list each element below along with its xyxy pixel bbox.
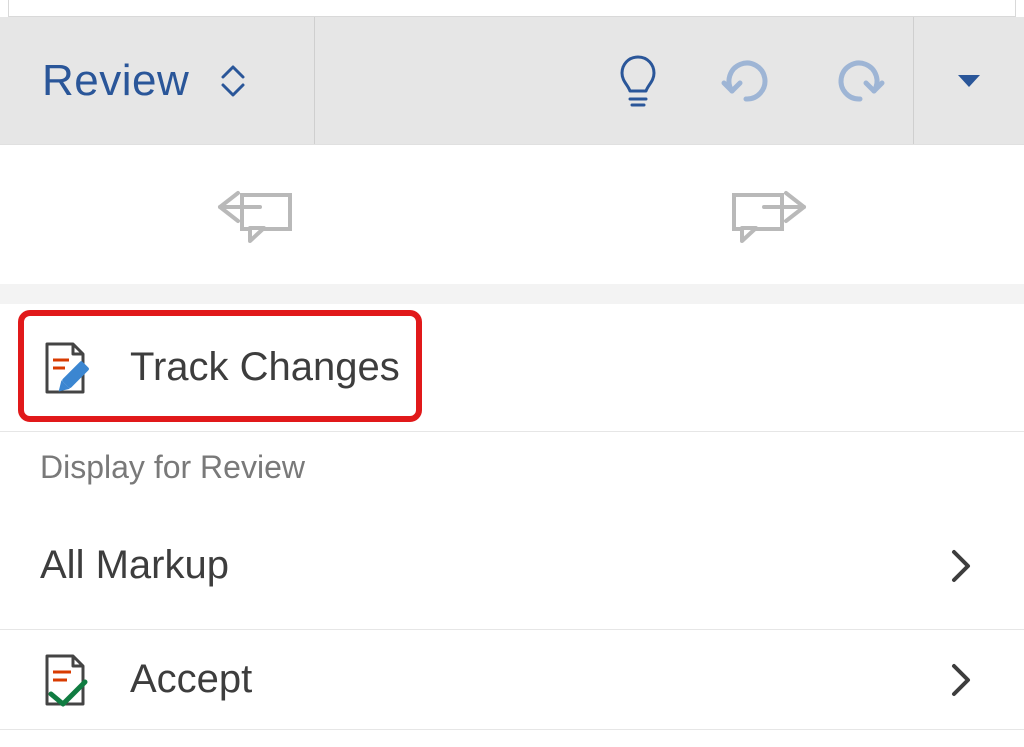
next-comment-button[interactable]: [728, 183, 808, 247]
comment-navigation-row: [0, 144, 1024, 284]
display-for-review-header: Display for Review: [0, 432, 1024, 502]
toolbar-overflow-button[interactable]: [914, 17, 1024, 144]
track-changes-row[interactable]: Track Changes: [0, 304, 1024, 432]
display-for-review-label: Display for Review: [40, 449, 305, 486]
dropdown-icon: [956, 73, 982, 89]
accept-label: Accept: [130, 657, 252, 702]
previous-comment-icon: [216, 183, 296, 247]
markup-mode-label: All Markup: [40, 543, 229, 588]
accept-row[interactable]: Accept: [0, 630, 1024, 730]
chevron-down-icon: [219, 81, 247, 99]
accept-icon: [40, 652, 96, 708]
previous-comment-button[interactable]: [216, 183, 296, 247]
document-edge: [8, 0, 1016, 17]
chevron-right-icon: [948, 548, 972, 584]
tell-me-button[interactable]: [583, 17, 693, 144]
undo-icon: [720, 57, 776, 105]
section-gap: [0, 284, 1024, 304]
track-changes-label: Track Changes: [130, 345, 400, 390]
markup-mode-row[interactable]: All Markup: [0, 502, 1024, 630]
ribbon-toolbar: Review: [0, 17, 1024, 144]
redo-icon: [830, 57, 886, 105]
lightbulb-icon: [618, 53, 658, 109]
chevron-up-icon: [219, 63, 247, 81]
ribbon-tab-selector[interactable]: Review: [0, 17, 315, 144]
chevron-right-icon: [948, 662, 972, 698]
undo-button[interactable]: [693, 17, 803, 144]
toolbar-right: [315, 17, 1024, 144]
redo-button[interactable]: [803, 17, 913, 144]
ribbon-tab-chevrons: [219, 63, 247, 99]
track-changes-icon: [40, 340, 96, 396]
ribbon-tab-label: Review: [42, 56, 189, 106]
next-comment-icon: [728, 183, 808, 247]
